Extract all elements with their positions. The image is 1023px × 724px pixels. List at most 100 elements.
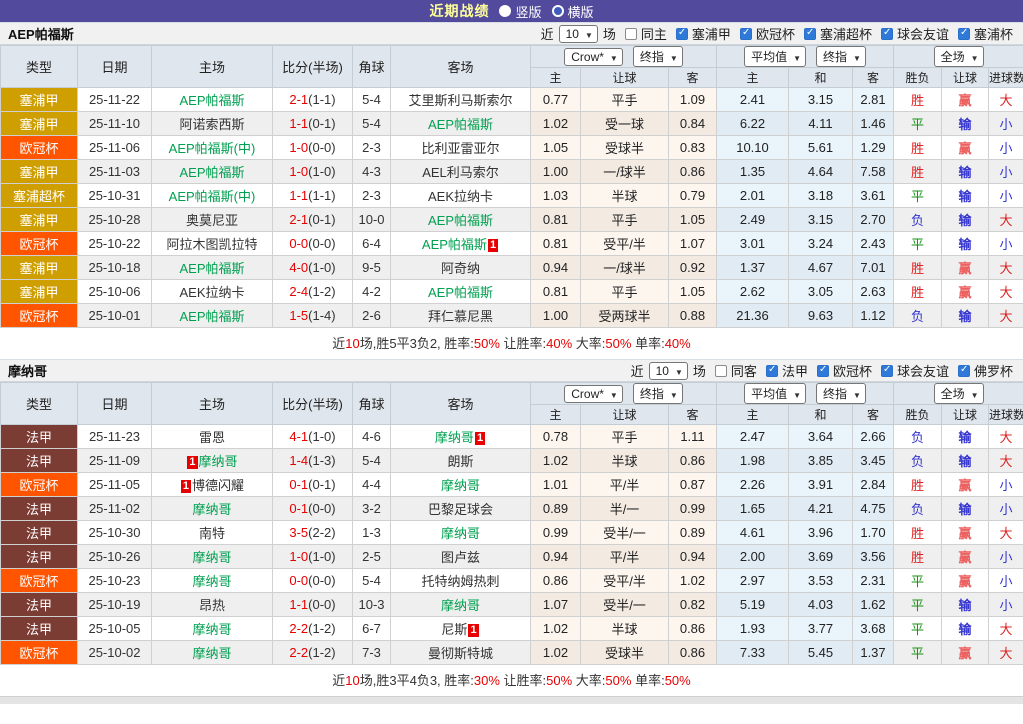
avg-home: 2.01 bbox=[717, 184, 789, 208]
full-time-score: 0-0 bbox=[289, 236, 308, 251]
handicap-line: 受球半 bbox=[581, 641, 669, 665]
match-score: 0-0(0-0) bbox=[273, 569, 353, 593]
match-date: 25-11-10 bbox=[78, 112, 152, 136]
same-venue-checkbox[interactable] bbox=[625, 28, 637, 40]
odds-home: 1.05 bbox=[531, 136, 581, 160]
corner-count: 7-3 bbox=[353, 641, 391, 665]
scope-select[interactable]: 全场 bbox=[934, 383, 984, 404]
match-type-badge: 塞浦甲 bbox=[1, 112, 78, 136]
odds-home: 0.94 bbox=[531, 256, 581, 280]
summary-part: 30% bbox=[474, 673, 500, 688]
sub-col-header: 主 bbox=[531, 405, 581, 425]
scope-select[interactable]: 全场 bbox=[934, 46, 984, 67]
same-venue-checkbox[interactable] bbox=[715, 365, 727, 377]
odds-source-select-value: Crow* bbox=[571, 387, 604, 401]
result-goals: 小 bbox=[989, 160, 1023, 184]
result-winloss: 胜 bbox=[894, 280, 942, 304]
scope-dropdown: 全场 bbox=[894, 383, 1023, 404]
result-handicap: 输 bbox=[942, 160, 989, 184]
avg-period-select[interactable]: 终指 bbox=[816, 383, 866, 404]
odds-period-select[interactable]: 终指 bbox=[633, 46, 683, 67]
full-time-score: 1-1 bbox=[289, 116, 308, 131]
avg-away: 1.70 bbox=[853, 521, 894, 545]
handicap-line: 受半/一 bbox=[581, 593, 669, 617]
odds-source-select[interactable]: Crow* bbox=[564, 385, 623, 403]
odds-home: 1.02 bbox=[531, 112, 581, 136]
match-type-badge: 法甲 bbox=[1, 617, 78, 641]
match-type-badge: 欧冠杯 bbox=[1, 232, 78, 256]
odds-away: 0.87 bbox=[669, 473, 717, 497]
full-time-score: 2-1 bbox=[289, 92, 308, 107]
half-time-score: (2-2) bbox=[308, 525, 335, 540]
red-card-badge: 1 bbox=[181, 480, 191, 493]
away-team: AEK拉纳卡 bbox=[391, 184, 531, 208]
avg-source-select[interactable]: 平均值 bbox=[744, 383, 806, 404]
league-checkbox[interactable] bbox=[958, 28, 970, 40]
match-row: 欧冠杯25-10-02摩纳哥2-2(1-2)7-3曼彻斯特城1.02受球半0.8… bbox=[1, 641, 1023, 665]
result-handicap: 赢 bbox=[942, 545, 989, 569]
corner-count: 6-7 bbox=[353, 617, 391, 641]
recent-count-select[interactable]: 10 bbox=[649, 362, 688, 380]
away-team-name: 巴黎足球会 bbox=[428, 502, 493, 517]
radio-selected-icon[interactable] bbox=[499, 5, 511, 17]
radio-unselected-icon[interactable] bbox=[552, 5, 564, 17]
recent-count-select[interactable]: 10 bbox=[559, 25, 598, 43]
match-score: 2-1(1-1) bbox=[273, 88, 353, 112]
avg-dropdowns: 平均值 终指 bbox=[717, 46, 893, 67]
result-winloss: 胜 bbox=[894, 256, 942, 280]
league-checkbox[interactable] bbox=[740, 28, 752, 40]
corner-count: 4-2 bbox=[353, 280, 391, 304]
match-type-badge: 法甲 bbox=[1, 545, 78, 569]
odds-source-select[interactable]: Crow* bbox=[564, 48, 623, 66]
league-checkbox[interactable] bbox=[766, 365, 778, 377]
col-header: 比分(半场) bbox=[273, 46, 353, 88]
view-option-vertical[interactable]: 竖版 bbox=[499, 2, 541, 21]
away-team: 摩纳哥 bbox=[391, 521, 531, 545]
match-row: 塞浦甲25-10-06AEK拉纳卡2-4(1-2)4-2AEP帕福斯0.81平手… bbox=[1, 280, 1023, 304]
odds-period-select[interactable]: 终指 bbox=[633, 383, 683, 404]
result-handicap: 赢 bbox=[942, 256, 989, 280]
odds-home: 1.02 bbox=[531, 641, 581, 665]
away-team-name: 摩纳哥 bbox=[441, 526, 480, 541]
col-header: 比分(半场) bbox=[273, 383, 353, 425]
match-type-badge: 欧冠杯 bbox=[1, 136, 78, 160]
corner-count: 4-4 bbox=[353, 473, 391, 497]
avg-source-select-value: 平均值 bbox=[751, 48, 787, 65]
home-team: 南特 bbox=[152, 521, 273, 545]
summary-part: 近 bbox=[332, 673, 345, 688]
home-team: 雷恩 bbox=[152, 425, 273, 449]
odds-dropdowns: Crow* 终指 bbox=[531, 46, 716, 67]
league-checkbox[interactable] bbox=[958, 365, 970, 377]
away-team: AEL利马索尔 bbox=[391, 160, 531, 184]
avg-period-select[interactable]: 终指 bbox=[816, 46, 866, 67]
league-checkbox[interactable] bbox=[676, 28, 688, 40]
avg-draw: 3.53 bbox=[789, 569, 853, 593]
league-label: 塞浦甲 bbox=[692, 24, 731, 43]
summary-line: 近10场,胜3平4负3, 胜率:30% 让胜率:50% 大率:50% 单率:50… bbox=[0, 665, 1023, 696]
avg-source-select[interactable]: 平均值 bbox=[744, 46, 806, 67]
view-option-horizontal[interactable]: 横版 bbox=[552, 2, 594, 21]
half-time-score: (1-3) bbox=[308, 453, 335, 468]
odds-away: 0.89 bbox=[669, 521, 717, 545]
result-handicap: 输 bbox=[942, 593, 989, 617]
league-checkbox[interactable] bbox=[804, 28, 816, 40]
league-checkbox[interactable] bbox=[817, 365, 829, 377]
league-checkbox[interactable] bbox=[881, 28, 893, 40]
half-time-score: (0-0) bbox=[308, 597, 335, 612]
results-table: 类型日期主场比分(半场)角球客场Crow*终指平均值终指全场主让球客主和客胜负让… bbox=[0, 382, 1023, 665]
scope-select-value: 全场 bbox=[941, 385, 965, 402]
odds-away: 1.09 bbox=[669, 88, 717, 112]
avg-dropdowns: 平均值终指 bbox=[717, 383, 893, 404]
result-handicap: 赢 bbox=[942, 136, 989, 160]
avg-away: 2.63 bbox=[853, 280, 894, 304]
view-option-label: 横版 bbox=[568, 2, 594, 21]
odds-away: 0.86 bbox=[669, 449, 717, 473]
match-date: 25-11-03 bbox=[78, 160, 152, 184]
odds-dropdown-group: Crow* 终指 bbox=[531, 46, 717, 68]
league-checkbox[interactable] bbox=[881, 365, 893, 377]
avg-draw: 4.64 bbox=[789, 160, 853, 184]
match-row: 欧冠杯25-10-01AEP帕福斯1-5(1-4)2-6拜仁慕尼黑1.00受两球… bbox=[1, 304, 1023, 328]
away-team: 图卢兹 bbox=[391, 545, 531, 569]
match-score: 1-5(1-4) bbox=[273, 304, 353, 328]
odds-home: 0.81 bbox=[531, 208, 581, 232]
